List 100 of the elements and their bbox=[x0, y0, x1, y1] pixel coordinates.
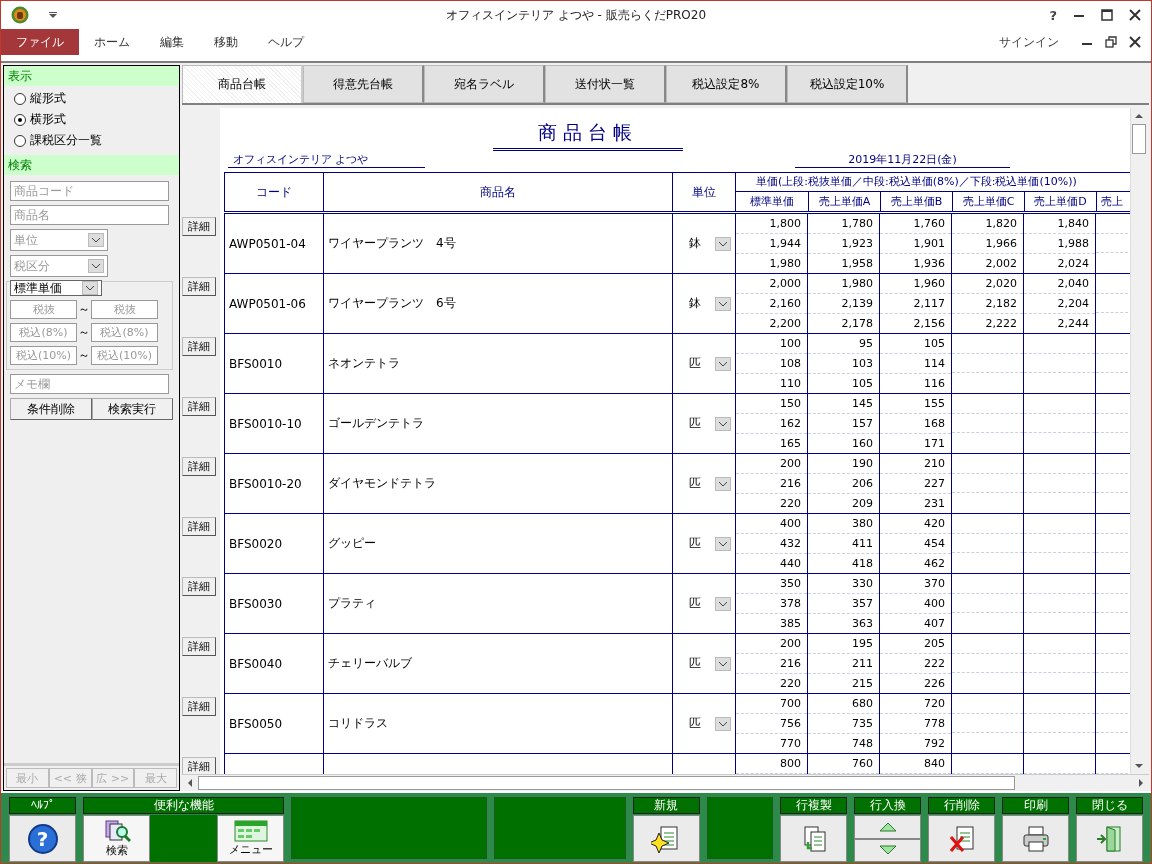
search-action-button[interactable]: 検索実行 bbox=[91, 398, 173, 420]
detail-button[interactable]: 詳細 bbox=[182, 697, 216, 716]
tab[interactable]: 税込設定8% bbox=[666, 65, 787, 103]
radio-button[interactable] bbox=[14, 92, 26, 105]
table-cell: ワイヤープランツ 6号 bbox=[328, 295, 456, 312]
table-cell: 407 bbox=[924, 617, 945, 630]
duplicate-row-button[interactable] bbox=[780, 815, 847, 862]
dropdown-button[interactable] bbox=[715, 296, 731, 311]
radio-label[interactable]: 横形式 bbox=[30, 111, 66, 128]
tab[interactable]: 得意先台帳 bbox=[303, 65, 424, 103]
dropdown-button[interactable] bbox=[715, 356, 731, 371]
group-label: ﾍﾙﾌﾟ bbox=[9, 797, 76, 814]
up-arrow-icon bbox=[877, 821, 898, 832]
menu-tab[interactable]: ファイル bbox=[1, 29, 79, 55]
table-cell: 2,139 bbox=[841, 297, 873, 310]
table-cell: 114 bbox=[924, 357, 945, 370]
tab[interactable]: 商品台帳 bbox=[182, 65, 303, 103]
menu-tab[interactable]: ホーム bbox=[79, 29, 145, 55]
range-from-field[interactable]: 税抜 bbox=[10, 300, 77, 319]
search-action-button[interactable]: 条件削除 bbox=[10, 398, 92, 420]
help-icon: ? bbox=[27, 823, 58, 854]
dropdown-button[interactable] bbox=[715, 236, 731, 251]
detail-button[interactable]: 詳細 bbox=[182, 217, 216, 236]
restore-icon[interactable] bbox=[1105, 36, 1117, 48]
table-cell: チェリーバルブ bbox=[328, 655, 412, 672]
sign-in-link[interactable]: サインイン bbox=[999, 33, 1059, 51]
scroll-thumb[interactable] bbox=[1132, 124, 1146, 154]
radio-button[interactable] bbox=[14, 134, 26, 147]
tab[interactable]: 宛名ラベル bbox=[424, 65, 545, 103]
close-button[interactable] bbox=[1076, 815, 1143, 862]
tab[interactable]: 送付状一覧 bbox=[545, 65, 666, 103]
search-button[interactable]: 検索 bbox=[83, 815, 150, 862]
menu-tab[interactable]: 移動 bbox=[199, 29, 253, 55]
range-to-field[interactable]: 税込(8%) bbox=[91, 323, 158, 342]
dropdown-button[interactable] bbox=[82, 281, 98, 295]
move-down-button[interactable] bbox=[854, 838, 921, 862]
detail-button[interactable]: 詳細 bbox=[182, 457, 216, 476]
table-cell: 380 bbox=[852, 517, 873, 530]
dropdown-button[interactable] bbox=[715, 416, 731, 431]
table-cell: 155 bbox=[924, 397, 945, 410]
dropdown-button[interactable] bbox=[715, 476, 731, 491]
radio-label[interactable]: 課税区分一覧 bbox=[30, 132, 102, 149]
range-separator: ～ bbox=[77, 324, 91, 341]
dropdown-button[interactable] bbox=[715, 656, 731, 671]
range-to-field[interactable]: 税込(10%) bbox=[91, 346, 158, 365]
radio-button[interactable] bbox=[14, 113, 26, 126]
detail-button[interactable]: 詳細 bbox=[182, 397, 216, 416]
range-from-field[interactable]: 税込(10%) bbox=[10, 346, 77, 365]
help-button[interactable]: ? bbox=[9, 815, 76, 862]
menu-button[interactable]: メニュー bbox=[217, 815, 284, 862]
button-label: 検索 bbox=[105, 843, 128, 858]
memo-field[interactable]: メモ欄 bbox=[10, 374, 169, 394]
table-cell: BFS0010-20 bbox=[229, 476, 302, 491]
table-cell: 鉢 bbox=[689, 295, 701, 312]
new-button[interactable] bbox=[632, 815, 700, 862]
table-cell: 840 bbox=[924, 757, 945, 770]
delete-row-button[interactable] bbox=[928, 815, 995, 862]
table-cell: 215 bbox=[852, 677, 873, 690]
detail-button[interactable]: 詳細 bbox=[182, 517, 216, 536]
table-cell: 378 bbox=[780, 597, 801, 610]
search-field[interactable]: 商品名 bbox=[10, 205, 169, 225]
menu-tab[interactable]: 編集 bbox=[145, 29, 199, 55]
move-up-button[interactable] bbox=[854, 815, 921, 839]
detail-button[interactable]: 詳細 bbox=[182, 757, 216, 774]
vertical-scrollbar[interactable] bbox=[1130, 108, 1147, 774]
dropdown-button[interactable] bbox=[88, 233, 104, 247]
detail-button[interactable]: 詳細 bbox=[182, 277, 216, 296]
close-icon[interactable] bbox=[1129, 36, 1141, 48]
dropdown-placeholder: 税区分 bbox=[14, 257, 50, 275]
detail-button[interactable]: 詳細 bbox=[182, 337, 216, 356]
maximize-icon[interactable] bbox=[1101, 9, 1113, 21]
dropdown-button[interactable] bbox=[715, 716, 731, 731]
search-field[interactable]: 商品コード bbox=[10, 181, 169, 201]
table-cell: 1,901 bbox=[913, 237, 945, 250]
dropdown-button[interactable] bbox=[88, 259, 104, 273]
section-header: 検索 bbox=[4, 155, 179, 175]
scroll-thumb[interactable] bbox=[198, 776, 1015, 790]
printer-icon bbox=[1020, 824, 1051, 853]
table-cell: 116 bbox=[924, 377, 945, 390]
detail-button[interactable]: 詳細 bbox=[182, 637, 216, 656]
range-from-field[interactable]: 税込(8%) bbox=[10, 323, 77, 342]
price-type-dropdown[interactable]: 標準単価 bbox=[10, 280, 102, 296]
table-cell: 1,760 bbox=[913, 217, 945, 230]
range-to-field[interactable]: 税抜 bbox=[91, 300, 158, 319]
detail-button[interactable]: 詳細 bbox=[182, 577, 216, 596]
dropdown-button[interactable] bbox=[715, 596, 731, 611]
table-cell: 1,980 bbox=[769, 257, 801, 270]
print-button[interactable] bbox=[1002, 815, 1069, 862]
company-name: オフィスインテリア よつや bbox=[228, 152, 425, 168]
caret-icon[interactable] bbox=[49, 12, 57, 18]
menu-tab[interactable]: ヘルプ bbox=[253, 29, 319, 55]
horizontal-scrollbar[interactable] bbox=[182, 774, 1149, 791]
dropdown-button[interactable] bbox=[715, 536, 731, 551]
table-cell: 2,178 bbox=[841, 317, 873, 330]
group-label: 印刷 bbox=[1002, 797, 1069, 814]
table-cell: 2,204 bbox=[1057, 297, 1089, 310]
help-button[interactable]: ? bbox=[1049, 7, 1057, 23]
tab[interactable]: 税込設定10% bbox=[787, 65, 908, 103]
radio-label[interactable]: 縦形式 bbox=[30, 90, 66, 107]
close-icon[interactable] bbox=[1129, 9, 1141, 21]
